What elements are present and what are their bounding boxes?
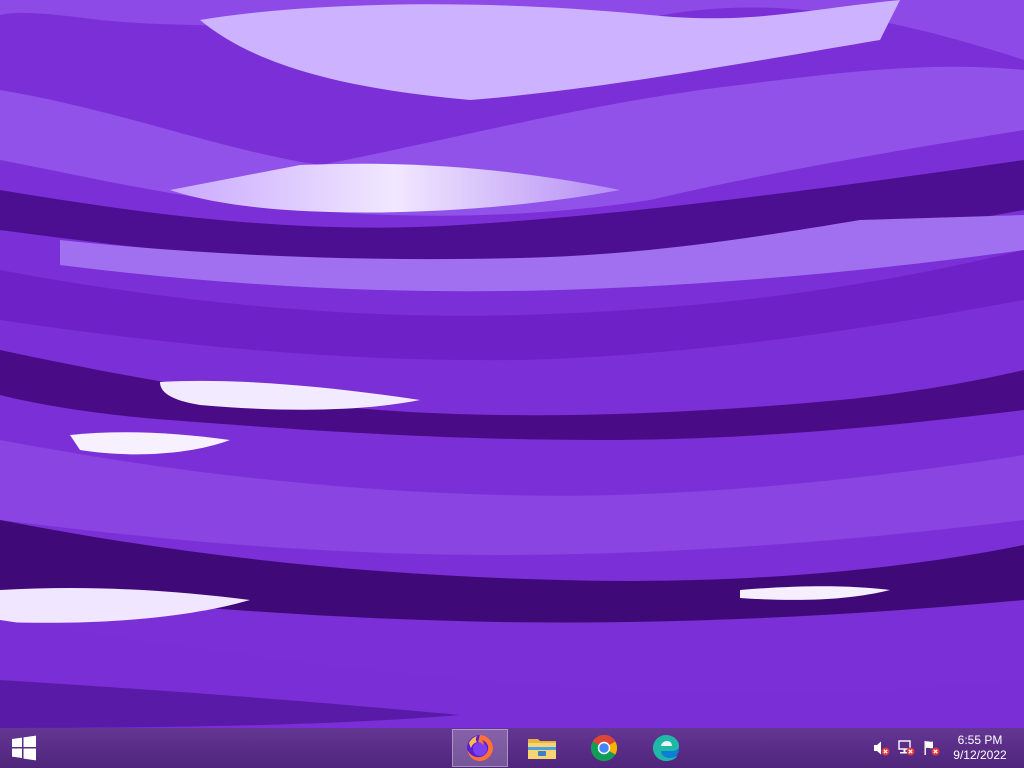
start-button[interactable] — [0, 728, 48, 768]
taskbar: 6:55 PM 9/12/2022 — [0, 728, 1024, 768]
taskbar-file-explorer-button[interactable] — [514, 729, 570, 767]
action-center-flag-icon — [924, 741, 940, 756]
taskbar-firefox-button[interactable] — [452, 729, 508, 767]
tray-network-button[interactable] — [897, 739, 915, 757]
clock-time: 6:55 PM — [957, 733, 1003, 747]
chrome-icon — [590, 734, 618, 762]
desktop-wallpaper — [0, 0, 1024, 728]
tray-action-center-button[interactable] — [922, 739, 940, 757]
taskbar-edge-button[interactable] — [638, 729, 694, 767]
volume-muted-icon — [874, 741, 890, 756]
tray-volume-button[interactable] — [872, 739, 890, 757]
taskbar-clock[interactable]: 6:55 PM 9/12/2022 — [950, 733, 1010, 763]
edge-icon — [653, 735, 679, 761]
clock-date: 9/12/2022 — [953, 748, 1007, 762]
file-explorer-icon — [528, 739, 556, 759]
firefox-icon — [467, 735, 493, 761]
taskbar-chrome-button[interactable] — [576, 729, 632, 767]
windows-logo-icon — [12, 735, 36, 761]
network-disconnected-icon — [898, 740, 915, 756]
